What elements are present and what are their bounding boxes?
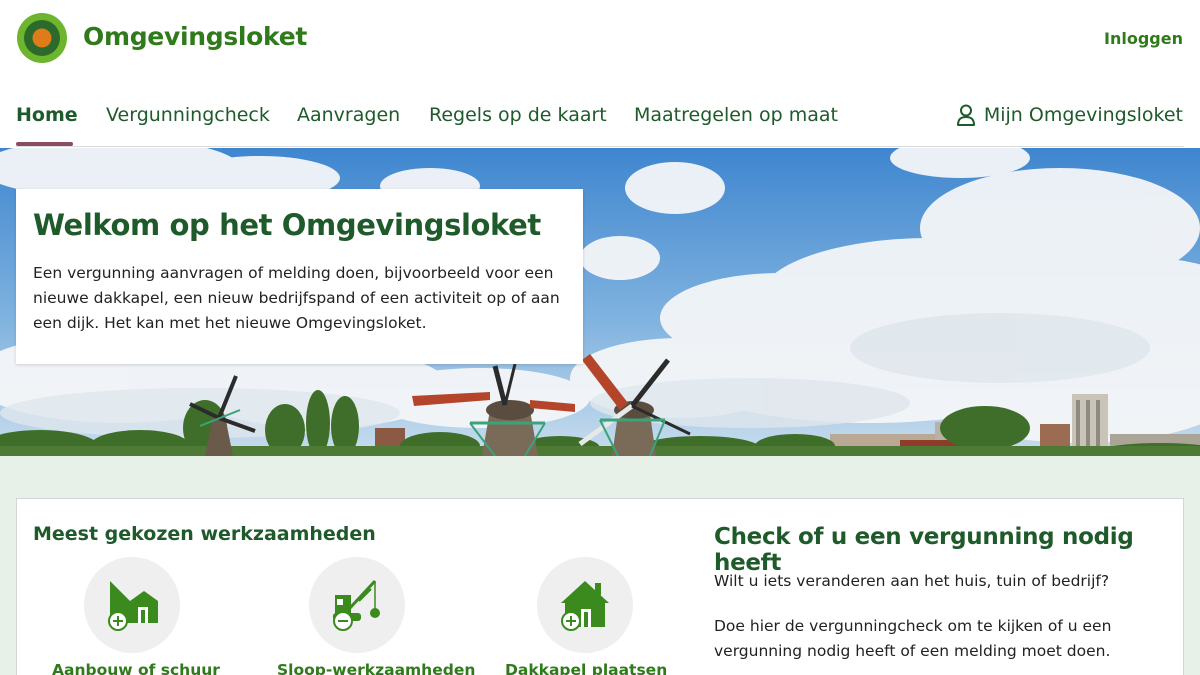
page-title: Welkom op het Omgevingsloket: [33, 208, 541, 242]
tile-dakkapel-plaatsen[interactable]: Dakkapel plaatsen: [505, 557, 667, 675]
nav-item-vergunningcheck[interactable]: Vergunningcheck: [106, 104, 270, 126]
brand-name[interactable]: Omgevingsloket: [83, 22, 307, 51]
house-add-icon: [561, 581, 609, 631]
tile-sloop-werkzaamheden[interactable]: Sloop-werkzaamheden: [277, 557, 475, 675]
lower-section: Meest gekozen werkzaamheden Aanbouw of s…: [0, 456, 1200, 675]
nav-item-maatregelen-op-maat[interactable]: Maatregelen op maat: [634, 104, 838, 126]
nav-item-aanvragen[interactable]: Aanvragen: [297, 104, 400, 126]
tile-icon-circle: [84, 557, 180, 653]
tile-icon-circle: [309, 557, 405, 653]
welcome-text: Een vergunning aanvragen of melding doen…: [33, 264, 560, 332]
nav-item-regels-op-de-kaart[interactable]: Regels op de kaart: [429, 104, 607, 126]
content-panel: Meest gekozen werkzaamheden Aanbouw of s…: [16, 498, 1184, 675]
popular-activities-title: Meest gekozen werkzaamheden: [33, 523, 376, 545]
login-link[interactable]: Inloggen: [1104, 29, 1183, 48]
nav-item-home[interactable]: Home: [16, 104, 78, 126]
tile-label[interactable]: Aanbouw of schuur: [52, 661, 220, 675]
user-icon: [956, 104, 975, 126]
hero-banner: Welkom op het Omgevingsloket Een vergunn…: [0, 148, 1200, 456]
nav-item-mijn-omgevingsloket[interactable]: Mijn Omgevingsloket: [956, 104, 1183, 126]
vergunningcheck-title: Check of u een vergunning nodig heeft: [714, 524, 1134, 576]
extension-add-icon: [108, 581, 158, 631]
main-nav: Home Vergunningcheck Aanvragen Regels op…: [0, 96, 1200, 148]
omgevingsloket-logo-icon[interactable]: [16, 12, 68, 64]
vergunningcheck-instruction: Doe hier de vergunningcheck om te kijken…: [714, 617, 1112, 660]
demolition-crane-icon: [333, 579, 380, 631]
vergunningcheck-question: Wilt u iets veranderen aan het huis, tui…: [714, 572, 1110, 590]
welcome-card: Welkom op het Omgevingsloket Een vergunn…: [16, 189, 583, 364]
site-header: Omgevingsloket Inloggen Home Vergunningc…: [0, 0, 1200, 148]
mijn-omgevingsloket-label: Mijn Omgevingsloket: [983, 104, 1183, 126]
nav-divider: [16, 146, 1184, 147]
tile-aanbouw-of-schuur[interactable]: Aanbouw of schuur: [52, 557, 220, 675]
tile-label[interactable]: Dakkapel plaatsen: [505, 661, 667, 675]
tile-icon-circle: [537, 557, 633, 653]
tile-label[interactable]: Sloop-werkzaamheden: [277, 661, 475, 675]
